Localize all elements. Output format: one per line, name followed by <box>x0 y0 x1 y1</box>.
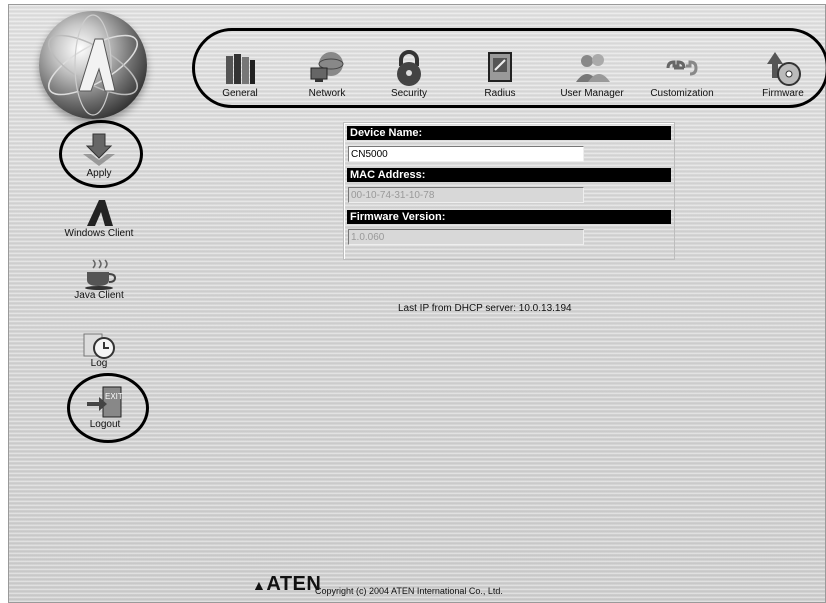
mac-address-heading: MAC Address: <box>347 168 671 182</box>
aten-footer-logo: ▲ATEN <box>252 573 321 596</box>
padlock-icon <box>397 50 421 86</box>
log-label: Log <box>90 358 108 369</box>
books-icon <box>226 54 255 84</box>
tab-general[interactable]: General <box>200 48 280 110</box>
windows-client-icon <box>87 200 113 226</box>
windows-client-label: Windows Client <box>64 228 134 239</box>
logout-label: Logout <box>89 419 121 430</box>
tab-network[interactable]: Network <box>287 48 367 110</box>
java-cup-icon <box>85 259 117 290</box>
tab-security-label: Security <box>390 88 428 99</box>
logout-button[interactable]: EXIT Logout <box>75 385 135 430</box>
log-button[interactable]: Log <box>69 330 129 373</box>
aten-logo-mark: ▲ <box>252 577 267 593</box>
dhcp-status-text: Last IP from DHCP server: 10.0.13.194 <box>398 303 572 314</box>
windows-client-button[interactable]: Windows Client <box>49 196 149 239</box>
tab-firmware[interactable]: Firmware <box>743 48 823 110</box>
tab-security[interactable]: Security <box>369 48 449 110</box>
device-name-input[interactable] <box>348 146 584 162</box>
apply-arrow-icon <box>83 133 115 166</box>
device-info-panel: Device Name: MAC Address: Firmware Versi… <box>343 122 675 260</box>
apply-button[interactable]: Apply <box>67 132 131 179</box>
firmware-disc-icon <box>767 52 801 86</box>
java-client-label: Java Client <box>74 290 124 301</box>
svg-text:EXIT: EXIT <box>105 392 123 401</box>
device-name-heading: Device Name: <box>347 126 671 140</box>
tab-radius-label: Radius <box>484 88 516 99</box>
tab-customization-label: Customization <box>650 88 714 99</box>
network-globe-icon <box>310 52 344 82</box>
mac-address-field <box>348 187 584 203</box>
exit-door-icon: EXIT <box>87 386 123 418</box>
settings-toolbar: General Network Security Radius User Man… <box>192 28 826 114</box>
wrench-icon <box>666 60 698 76</box>
aten-brand-text: ATEN <box>266 573 322 595</box>
firmware-version-field <box>348 229 584 245</box>
aten-globe-logo <box>39 11 147 119</box>
copyright-text: Copyright (c) 2004 ATEN International Co… <box>315 586 503 596</box>
apply-label: Apply <box>86 168 112 179</box>
tab-user-manager-label: User Manager <box>560 88 624 99</box>
tab-general-label: General <box>222 88 258 99</box>
users-icon <box>576 54 610 82</box>
tab-customization[interactable]: Customization <box>642 48 722 110</box>
tab-radius[interactable]: Radius <box>460 48 540 110</box>
firmware-version-heading: Firmware Version: <box>347 210 671 224</box>
tab-user-manager[interactable]: User Manager <box>552 48 632 110</box>
radius-document-icon <box>488 52 512 82</box>
tab-firmware-label: Firmware <box>762 88 804 99</box>
java-client-button[interactable]: Java Client <box>59 258 139 301</box>
tab-network-label: Network <box>308 88 346 99</box>
app-frame: General Network Security Radius User Man… <box>8 4 826 603</box>
